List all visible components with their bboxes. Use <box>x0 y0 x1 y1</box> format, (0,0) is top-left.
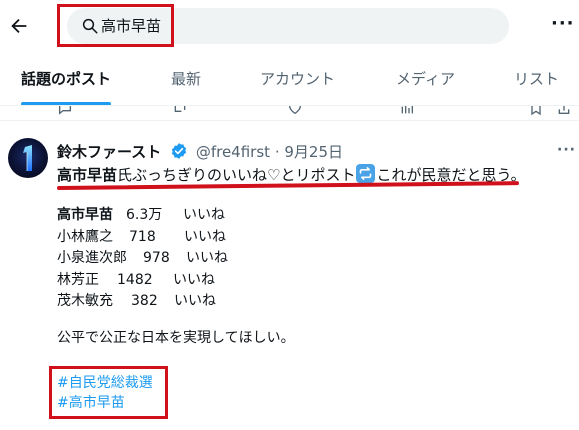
tab-bar: 話題のポスト 最新 アカウント メディア リスト <box>0 52 579 104</box>
bookmark-icon[interactable] <box>528 106 544 116</box>
tweet-date[interactable]: 9月25日 <box>284 143 343 161</box>
tally-name: 小泉進次郎 <box>57 250 127 266</box>
top-bar: 高市早苗 ··· <box>0 0 579 52</box>
tally-name: 林芳正 <box>57 272 99 288</box>
more-options-button[interactable]: ··· <box>551 14 575 34</box>
author-name[interactable]: 鈴木ファースト <box>57 143 161 161</box>
tab-accounts[interactable]: アカウント <box>260 69 335 89</box>
tally-unit: いいね <box>183 207 225 223</box>
hashtag-highlight-box <box>49 366 168 419</box>
reply-icon[interactable] <box>57 106 73 116</box>
verified-badge-icon <box>171 143 187 159</box>
tab-top-posts[interactable]: 話題のポスト <box>21 69 111 89</box>
tweet-text-fragment: 氏ぶっちぎりのいいね♡とリポスト <box>117 166 356 184</box>
tally-count: 978 <box>143 250 170 266</box>
tweet-header: 鈴木ファースト @fre4first · 9月25日 <box>57 142 343 162</box>
arrow-left-icon <box>11 18 27 34</box>
share-icon[interactable] <box>556 106 572 116</box>
avatar-logo-icon <box>23 145 32 171</box>
tally-row: 茂木敏充 382 いいね <box>57 291 216 311</box>
tally-row: 小林鷹之 718 いいね <box>57 227 226 247</box>
tally-unit: いいね <box>186 250 228 266</box>
tally-row: 林芳正 1482 いいね <box>57 270 215 290</box>
tab-media[interactable]: メディア <box>396 69 455 89</box>
tally-unit: いいね <box>173 272 215 288</box>
repeat-emoji-icon <box>356 164 376 183</box>
tally-count: 1482 <box>117 272 153 288</box>
search-highlight-box <box>57 4 174 47</box>
candidate-name-bold: 高市早苗 <box>57 166 118 184</box>
views-icon[interactable] <box>399 106 415 116</box>
separator-dot: · <box>274 143 280 161</box>
retweet-icon[interactable] <box>172 106 188 116</box>
like-icon[interactable] <box>287 106 303 116</box>
tally-name: 小林鷹之 <box>57 229 113 245</box>
tab-lists[interactable]: リスト <box>514 69 559 89</box>
tally-count: 6.3万 <box>126 207 163 223</box>
tally-unit: いいね <box>174 293 216 309</box>
tab-latest[interactable]: 最新 <box>171 69 201 89</box>
tally-row: 小泉進次郎 978 いいね <box>57 248 228 268</box>
avatar[interactable] <box>8 138 48 178</box>
tally-name: 高市早苗 <box>57 207 113 223</box>
tally-name: 茂木敏充 <box>57 293 113 309</box>
back-button[interactable] <box>6 13 32 39</box>
tweet-closing-text: 公平で公正な日本を実現してほしい。 <box>57 330 295 346</box>
previous-tweet-actions <box>0 106 579 120</box>
tweet-more-button[interactable]: ··· <box>557 142 576 158</box>
author-handle[interactable]: @fre4first <box>196 143 270 161</box>
tally-count: 718 <box>129 229 156 245</box>
tally-count: 382 <box>131 293 158 309</box>
tally-unit: いいね <box>184 229 226 245</box>
tally-row: 高市早苗 6.3万 いいね <box>57 205 225 225</box>
divider <box>0 120 579 121</box>
